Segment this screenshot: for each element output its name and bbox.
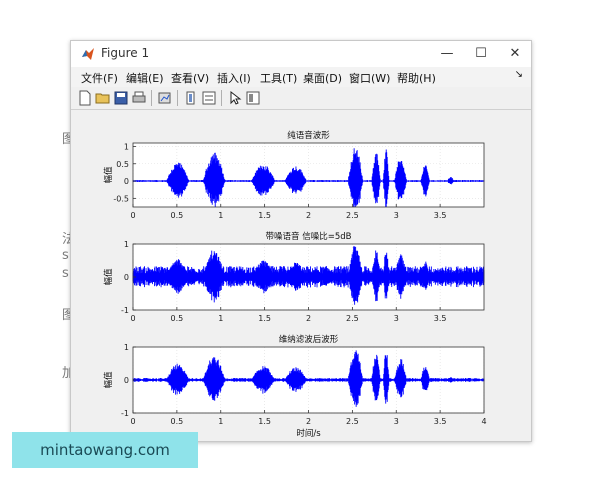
y-tick-label: 1 [124,343,129,352]
legend-icon[interactable] [201,90,217,106]
maximize-button[interactable]: ☐ [467,44,495,64]
toolbar-separator [151,90,152,106]
x-tick-label: 0.5 [171,417,184,426]
minimize-button[interactable]: — [433,44,461,64]
y-tick-label: 0.5 [116,160,129,169]
watermark-banner: mintaowang.com [12,432,198,468]
x-tick-label: 4 [481,417,486,426]
x-tick-label: 1 [218,211,223,220]
new-figure-icon[interactable] [77,90,93,106]
y-tick-label: 0 [124,273,129,282]
matlab-logo-icon [82,48,94,60]
figure-canvas: 0 0.5 1 1.5 2 2.5 3 3.5 -0.5 0 0.5 1 纯语音波形 幅值 0 0.5 1 1.5… [71,110,531,441]
x-tick-label: 1.5 [258,314,271,323]
menu-bar: 文件(F) 编辑(E) 查看(V) 插入(I) 工具(T) 桌面(D) 窗口(W… [71,67,531,87]
dock-arrow-icon[interactable]: ↘ [515,69,523,80]
figure-window: Figure 1 — ☐ ✕ 文件(F) 编辑(E) 查看(V) 插入(I) 工… [70,40,532,442]
menu-window[interactable]: 窗口(W) [349,70,390,86]
waveform-plots: 0 0.5 1 1.5 2 2.5 3 3.5-0.500.51纯语音波形幅值0 0.5 1 1.5… [103,130,487,439]
toolbar [71,87,531,110]
x-tick-label: 1.5 [258,211,271,220]
y-axis-label: 幅值 [103,166,114,184]
plot-title: 维纳滤波后波形 [279,334,339,345]
page-text-fragment: s [62,248,69,263]
open-folder-icon[interactable] [95,90,111,106]
title-bar[interactable]: Figure 1 — ☐ ✕ [71,41,531,67]
x-tick-label: 2 [306,211,311,220]
x-tick-label: 2 [306,314,311,323]
menu-desktop[interactable]: 桌面(D) [303,70,342,86]
x-tick-label: 2 [306,417,311,426]
property-inspector-icon[interactable] [245,90,261,106]
x-tick-label: 1 [218,417,223,426]
menu-view[interactable]: 查看(V) [171,70,209,86]
menu-tools[interactable]: 工具(T) [260,70,297,86]
x-tick-label: 2.5 [346,417,359,426]
y-tick-label: 1 [124,142,129,151]
y-tick-label: 0 [124,177,129,186]
y-tick-label: 0 [124,376,129,385]
menu-insert[interactable]: 插入(I) [217,70,251,86]
x-tick-label: 1.5 [258,417,271,426]
x-tick-label: 0 [130,417,135,426]
y-axis-label: 幅值 [103,371,114,389]
x-tick-label: 3 [394,314,399,323]
link-plot-icon[interactable] [157,90,173,106]
menu-edit[interactable]: 编辑(E) [126,70,164,86]
plot-title: 纯语音波形 [287,130,330,141]
x-tick-label: 0 [130,314,135,323]
toolbar-separator [221,90,222,106]
x-tick-label: 0 [130,211,135,220]
y-axis-label: 幅值 [103,268,114,286]
toolbar-separator [177,90,178,106]
x-tick-label: 3.5 [434,314,447,323]
close-button[interactable]: ✕ [501,44,529,64]
x-axis-label: 时间/s [296,428,321,439]
menu-file[interactable]: 文件(F) [81,70,118,86]
x-tick-label: 2.5 [346,314,359,323]
x-tick-label: 1 [218,314,223,323]
y-tick-label: -1 [121,409,129,418]
y-tick-label: 1 [124,240,129,249]
x-tick-label: 0.5 [171,314,184,323]
save-icon[interactable] [113,90,129,106]
page-text-fragment: s [62,266,69,281]
print-icon[interactable] [131,90,147,106]
colorbar-icon[interactable] [183,90,199,106]
window-title: Figure 1 [101,46,150,60]
menu-help[interactable]: 帮助(H) [397,70,436,86]
x-tick-label: 0.5 [171,211,184,220]
x-tick-label: 2.5 [346,211,359,220]
y-tick-label: -0.5 [113,194,129,203]
plot-title: 带噪语音 信噪比=5dB [266,231,352,242]
y-tick-label: -1 [121,306,129,315]
x-tick-label: 3.5 [434,417,447,426]
x-tick-label: 3 [394,417,399,426]
x-tick-label: 3 [394,211,399,220]
pointer-icon[interactable] [227,90,243,106]
x-tick-label: 3.5 [434,211,447,220]
